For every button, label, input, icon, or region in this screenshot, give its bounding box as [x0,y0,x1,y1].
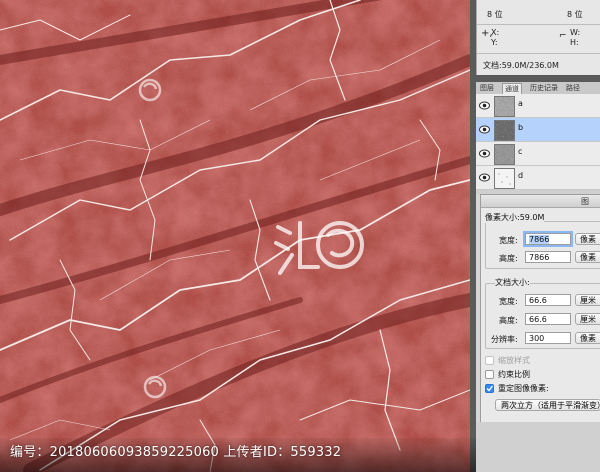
watermark-logo [274,221,364,275]
channel-row-a[interactable]: a [476,94,600,118]
channel-row-d[interactable]: d [476,166,600,190]
selection-size-icon: ⌐ [559,31,567,41]
resolution-label: 分辨率: [491,335,518,344]
dialog-titlebar[interactable]: 图 [481,195,600,208]
tab-layers[interactable]: 图层 [478,83,496,93]
resample-label: 重定图像像素: [498,384,549,393]
tab-history[interactable]: 历史记录 [528,83,560,93]
eye-icon[interactable] [479,173,490,182]
document-canvas[interactable]: 编号：20180606093859225060 上传者ID：559332 [0,0,476,472]
panel-header-bar[interactable] [476,75,600,82]
constrain-proportions-label: 约束比例 [498,370,530,379]
doc-height-label: 高度: [499,316,518,325]
tab-channels[interactable]: 通道 [502,83,522,94]
channels-list: a b c d [476,94,600,190]
constrain-proportions-checkbox[interactable] [485,370,494,379]
info-bits-left: 8 位 [487,10,503,19]
scale-styles-label: 缩放样式 [498,356,530,365]
info-y-label: Y: [491,38,498,47]
eye-icon[interactable] [479,101,490,110]
info-x-label: X: [491,28,500,37]
resolution-input[interactable]: 300 [525,332,571,344]
pixel-width-unit-select[interactable]: 像素 [575,233,600,245]
channel-row-b[interactable]: b [476,118,600,142]
channel-name: c [518,147,523,156]
pixel-height-input[interactable]: 7866 [525,251,571,263]
tab-paths[interactable]: 路径 [564,83,582,93]
doc-width-input[interactable]: 66.6 [525,294,571,306]
channel-name: a [518,99,523,108]
eye-icon[interactable] [479,149,490,158]
info-w-label: W: [570,28,581,37]
watermark-small-icon [143,375,167,399]
channel-thumbnail [494,120,515,141]
info-doc-size: 文档:59.0M/236.0M [483,61,559,70]
channel-thumbnail [494,168,515,189]
scale-styles-checkbox[interactable] [485,356,494,365]
document-size-title: 文档大小: [495,277,530,288]
checkmark-icon [486,385,494,392]
channel-thumbnail [494,144,515,165]
doc-height-input[interactable]: 66.6 [525,313,571,325]
panel-bottom-area [476,422,600,472]
info-bits-right: 8 位 [567,10,583,19]
channel-name: b [518,123,524,132]
pixel-dimensions-title: 像素大小:59.0M [485,212,545,223]
pixel-width-input[interactable]: 7866 [525,233,571,245]
channel-name: d [518,171,524,180]
info-divider [477,53,600,54]
info-divider [477,24,600,25]
channel-thumbnail [494,96,515,117]
doc-height-unit-select[interactable]: 厘米 [575,313,600,325]
info-panel: 8 位 8 位 +, X: Y: ⌐ W: H: 文档:59.0M/236.0M [476,0,600,75]
dialog-title: 图 [581,197,589,206]
channel-row-c[interactable]: c [476,142,600,166]
doc-width-label: 宽度: [499,297,518,306]
pixel-width-label: 宽度: [499,236,518,245]
resolution-unit-select[interactable]: 像素 [575,332,600,344]
pixel-height-label: 高度: [499,254,518,263]
info-h-label: H: [570,38,579,47]
eye-icon[interactable] [479,125,490,134]
resample-checkbox[interactable] [485,384,494,393]
resample-method-select[interactable]: 两次立方（适用于平滑渐变） [495,399,600,411]
image-size-dialog: 图 像素大小:59.0M 宽度: 7866 像素 高度: 7866 像素 文档大… [480,194,600,424]
doc-width-unit-select[interactable]: 厘米 [575,294,600,306]
watermark-caption: 编号：20180606093859225060 上传者ID：559332 [10,445,342,460]
marble-texture-image [0,0,470,472]
pixel-height-unit-select[interactable]: 像素 [575,251,600,263]
watermark-small-icon [138,78,162,102]
